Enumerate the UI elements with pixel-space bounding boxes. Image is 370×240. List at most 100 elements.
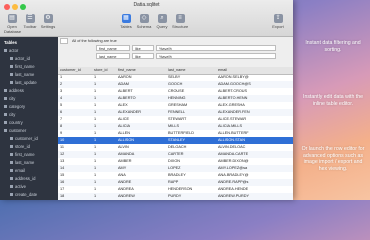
- table-cell[interactable]: ALICIA: [118, 123, 166, 130]
- sidebar-item[interactable]: city: [4, 111, 15, 118]
- table-cell[interactable]: 1: [94, 144, 116, 151]
- table-cell[interactable]: 15: [60, 172, 92, 179]
- table-cell[interactable]: 10: [60, 137, 92, 144]
- table-cell[interactable]: 9: [60, 130, 92, 137]
- sidebar-item[interactable]: first_name: [10, 151, 35, 158]
- table-cell[interactable]: ALVIN: [118, 144, 166, 151]
- sidebar-item[interactable]: city: [4, 95, 15, 102]
- table-cell[interactable]: RAPP: [168, 179, 216, 186]
- table-cell[interactable]: 18: [60, 193, 92, 200]
- table-cell[interactable]: AMBER.DIXON@: [218, 158, 291, 165]
- table-row[interactable]: 12 1 AMANDA CARTER AMANDA.CARTE: [58, 151, 293, 158]
- filter-operator-select[interactable]: like: [132, 45, 154, 51]
- table-row[interactable]: 3 1 ALBERT CROUSE ALBERT.CROUS: [58, 88, 293, 95]
- filter-toggle[interactable]: [60, 38, 68, 44]
- sidebar-item[interactable]: actor: [4, 47, 18, 54]
- table-cell[interactable]: 6: [60, 109, 92, 116]
- sidebar-item[interactable]: email: [10, 167, 25, 174]
- open-database-button[interactable]: ▤ Open Database: [4, 14, 21, 34]
- table-cell[interactable]: 14: [60, 165, 92, 172]
- table-cell[interactable]: FENNELL: [168, 109, 216, 116]
- table-cell[interactable]: AMY.LOPEZ@sa: [218, 165, 291, 172]
- table-cell[interactable]: ALICE.STEWAR: [218, 116, 291, 123]
- table-cell[interactable]: ANA: [118, 172, 166, 179]
- sidebar-item[interactable]: first_name: [10, 63, 35, 70]
- table-cell[interactable]: AMBER: [118, 158, 166, 165]
- table-row[interactable]: 6 1 ALEXANDER FENNELL ALEXANDER.FEN: [58, 109, 293, 116]
- column-header[interactable]: email: [218, 67, 291, 74]
- table-cell[interactable]: 8: [60, 123, 92, 130]
- schema-button[interactable]: ◇ Schema: [136, 14, 152, 29]
- table-cell[interactable]: STEWART: [168, 116, 216, 123]
- sidebar-item[interactable]: address_id: [10, 175, 36, 182]
- table-cell[interactable]: ALBERTO: [118, 95, 166, 102]
- table-cell[interactable]: ANDRE: [118, 179, 166, 186]
- table-cell[interactable]: ANDREW.PURDY: [218, 193, 291, 200]
- table-cell[interactable]: BUTTERFIELD: [168, 130, 216, 137]
- table-cell[interactable]: 3: [60, 88, 92, 95]
- sidebar-item[interactable]: country: [4, 119, 23, 126]
- column-header[interactable]: customer_id: [60, 67, 92, 74]
- table-cell[interactable]: 7: [60, 116, 92, 123]
- export-button[interactable]: ⇪ Export: [270, 14, 286, 29]
- table-cell[interactable]: LOPEZ: [168, 165, 216, 172]
- table-cell[interactable]: 17: [60, 186, 92, 193]
- table-cell[interactable]: AMY: [118, 165, 166, 172]
- table-cell[interactable]: ALBERT: [118, 88, 166, 95]
- table-cell[interactable]: ALEX.GRESHA: [218, 102, 291, 109]
- table-cell[interactable]: 1: [94, 109, 116, 116]
- table-cell[interactable]: 1: [94, 123, 116, 130]
- table-cell[interactable]: MILLS: [168, 123, 216, 130]
- table-cell[interactable]: 13: [60, 158, 92, 165]
- table-cell[interactable]: 1: [94, 179, 116, 186]
- table-cell[interactable]: ANA.BRADLEY@: [218, 172, 291, 179]
- table-cell[interactable]: GOOCH: [168, 81, 216, 88]
- table-cell[interactable]: 16: [60, 179, 92, 186]
- table-cell[interactable]: ALLEN: [118, 130, 166, 137]
- table-cell[interactable]: AARON.SELBY@: [218, 74, 291, 81]
- table-cell[interactable]: 12: [60, 151, 92, 158]
- table-cell[interactable]: CROUSE: [168, 88, 216, 95]
- table-cell[interactable]: ANDRE.RAPP@s: [218, 179, 291, 186]
- filter-operator-select[interactable]: like: [132, 53, 154, 59]
- table-cell[interactable]: 1: [94, 116, 116, 123]
- filter-field-select[interactable]: last_name: [96, 53, 130, 59]
- table-cell[interactable]: 1: [94, 165, 116, 172]
- table-cell[interactable]: HENDERSON: [168, 186, 216, 193]
- column-header[interactable]: first_name: [118, 67, 166, 74]
- table-cell[interactable]: 4: [60, 95, 92, 102]
- table-row[interactable]: 11 1 ALVIN DELOACH ALVIN.DELOAC: [58, 144, 293, 151]
- table-cell[interactable]: HENNING: [168, 95, 216, 102]
- table-cell[interactable]: BRADLEY: [168, 172, 216, 179]
- table-row[interactable]: 5 1 ALEX GRESHAM ALEX.GRESHA: [58, 102, 293, 109]
- table-cell[interactable]: ALBERT.CROUS: [218, 88, 291, 95]
- table-row[interactable]: 4 1 ALBERTO HENNING ALBERTO.HENN: [58, 95, 293, 102]
- filter-value-input[interactable]: %ava%: [156, 53, 276, 59]
- table-cell[interactable]: 1: [94, 130, 116, 137]
- tables-button[interactable]: ▦ Tables: [118, 14, 134, 29]
- table-cell[interactable]: AARON: [118, 74, 166, 81]
- table-row[interactable]: 17 1 ANDREA HENDERSON ANDREA.HENDE: [58, 186, 293, 193]
- table-cell[interactable]: ANDREA.HENDE: [218, 186, 291, 193]
- table-cell[interactable]: GRESHAM: [168, 102, 216, 109]
- table-cell[interactable]: ALLISON.STAN: [218, 137, 291, 144]
- sidebar-item[interactable]: address: [4, 87, 24, 94]
- table-cell[interactable]: ALICIA.MILLS: [218, 123, 291, 130]
- table-cell[interactable]: ALICE: [118, 116, 166, 123]
- sidebar-item[interactable]: last_name: [10, 71, 34, 78]
- sidebar-item[interactable]: customer_id: [10, 135, 38, 142]
- table-cell[interactable]: ANDREW: [118, 193, 166, 200]
- table-cell[interactable]: 1: [94, 102, 116, 109]
- sidebar-item[interactable]: last_name: [10, 159, 34, 166]
- table-cell[interactable]: ANDREA: [118, 186, 166, 193]
- table-cell[interactable]: 1: [94, 151, 116, 158]
- table-cell[interactable]: 1: [94, 74, 116, 81]
- table-cell[interactable]: DIXON: [168, 158, 216, 165]
- column-header[interactable]: last_name: [168, 67, 216, 74]
- sidebar-item[interactable]: last_update: [10, 79, 37, 86]
- filter-field-select[interactable]: first_name: [96, 45, 130, 51]
- column-header[interactable]: store_id: [94, 67, 116, 74]
- table-row[interactable]: 14 1 AMY LOPEZ AMY.LOPEZ@sa: [58, 165, 293, 172]
- sidebar-item[interactable]: customer: [4, 127, 26, 134]
- table-cell[interactable]: 5: [60, 102, 92, 109]
